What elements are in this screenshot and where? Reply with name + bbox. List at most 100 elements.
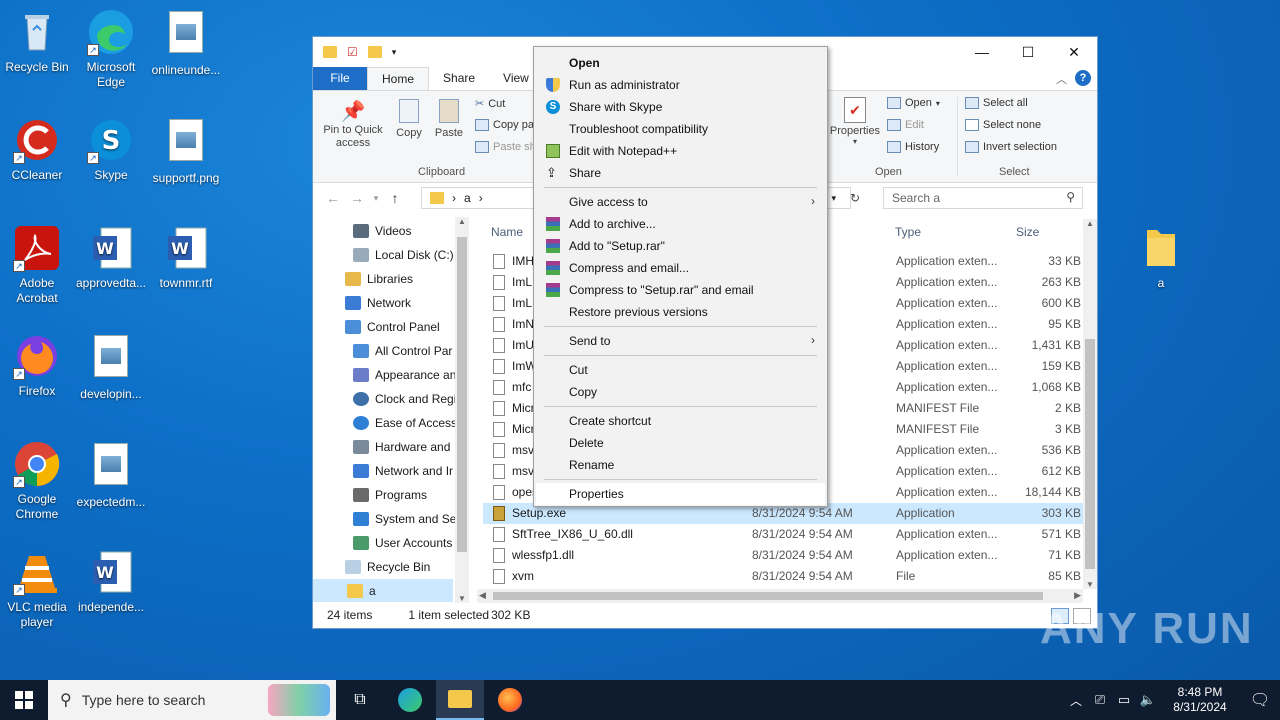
- task-view-button[interactable]: ⧉: [336, 680, 384, 720]
- scroll-thumb[interactable]: [493, 592, 1043, 600]
- network-status-icon[interactable]: ⎚: [1088, 692, 1112, 708]
- file-list-vscrollbar[interactable]: ▲ ▼: [1083, 219, 1097, 589]
- nav-item-user-accounts[interactable]: User Accounts: [353, 531, 452, 555]
- menu-item-share-skype[interactable]: S Share with Skype: [536, 96, 825, 118]
- menu-item-compress-setup-email[interactable]: Compress to "Setup.rar" and email: [536, 279, 825, 301]
- menu-item-cut[interactable]: Cut: [536, 359, 825, 381]
- scroll-up-icon[interactable]: ▲: [1083, 219, 1097, 228]
- breadcrumb-item[interactable]: a: [464, 191, 471, 205]
- paste-shortcut-button[interactable]: Paste sh: [475, 141, 536, 153]
- maximize-button[interactable]: ☐: [1005, 37, 1051, 67]
- menu-item-add-setup-rar[interactable]: Add to "Setup.rar": [536, 235, 825, 257]
- nav-item-libraries[interactable]: Libraries: [345, 267, 413, 291]
- menu-item-properties[interactable]: Properties: [536, 483, 825, 505]
- menu-item-delete[interactable]: Delete: [536, 432, 825, 454]
- desktop-icon-skype[interactable]: S ↗ Skype: [74, 116, 148, 183]
- taskbar-edge[interactable]: [386, 680, 434, 720]
- scroll-thumb[interactable]: [1085, 339, 1095, 569]
- desktop-icon-townmr[interactable]: W townmr.rtf: [149, 224, 223, 291]
- desktop-icon-edge[interactable]: ↗ Microsoft Edge: [74, 8, 148, 90]
- desktop-icon-firefox[interactable]: ↗ Firefox: [0, 332, 74, 399]
- nav-item-appearance[interactable]: Appearance an: [353, 363, 456, 387]
- scroll-right-icon[interactable]: ▶: [1074, 590, 1081, 601]
- table-row[interactable]: xvm 8/31/2024 9:54 AM File 85 KB: [483, 566, 1083, 587]
- clock[interactable]: 8:48 PM 8/31/2024: [1160, 685, 1240, 715]
- history-button[interactable]: History: [887, 141, 939, 153]
- forward-arrow-icon[interactable]: →: [345, 190, 369, 206]
- menu-item-notepadpp[interactable]: Edit with Notepad++: [536, 140, 825, 162]
- menu-item-give-access[interactable]: Give access to ›: [536, 191, 825, 213]
- tab-share[interactable]: Share: [429, 67, 489, 90]
- nav-item-local-disk[interactable]: Local Disk (C:): [353, 243, 454, 267]
- copy-button[interactable]: Copy: [391, 99, 427, 139]
- close-button[interactable]: ✕: [1051, 37, 1097, 67]
- table-row[interactable]: wlessfp1.dll 8/31/2024 9:54 AM Application…: [483, 545, 1083, 566]
- edit-button[interactable]: Edit: [887, 119, 924, 131]
- scroll-down-icon[interactable]: ▼: [455, 594, 469, 603]
- nav-item-ease-of-access[interactable]: Ease of Access: [353, 411, 457, 435]
- taskbar-firefox[interactable]: [486, 680, 534, 720]
- desktop-icon-independe[interactable]: W independe...: [74, 548, 148, 615]
- scroll-down-icon[interactable]: ▼: [1083, 580, 1097, 589]
- menu-item-send-to[interactable]: Send to ›: [536, 330, 825, 352]
- desktop-icon-supportf[interactable]: supportf.png: [149, 116, 223, 186]
- copy-path-button[interactable]: Copy pa: [475, 119, 534, 131]
- invert-selection-button[interactable]: Invert selection: [965, 141, 1057, 153]
- desktop-icon-recycle-bin[interactable]: Recycle Bin: [0, 8, 74, 75]
- menu-item-open[interactable]: Open: [536, 52, 825, 74]
- desktop-icon-expectedm[interactable]: expectedm...: [74, 440, 148, 510]
- menu-item-compress-email[interactable]: Compress and email...: [536, 257, 825, 279]
- menu-item-create-shortcut[interactable]: Create shortcut: [536, 410, 825, 432]
- desktop-icon-developin[interactable]: developin...: [74, 332, 148, 402]
- chevron-down-icon[interactable]: ▾: [369, 193, 383, 204]
- chevron-up-icon[interactable]: ︿: [1064, 692, 1088, 709]
- menu-item-rename[interactable]: Rename: [536, 454, 825, 476]
- cut-button[interactable]: ✂ Cut: [475, 97, 505, 111]
- nav-item-videos[interactable]: Videos: [353, 219, 411, 243]
- address-dropdown-icon[interactable]: ▾: [831, 193, 836, 204]
- new-folder-icon[interactable]: [367, 46, 382, 58]
- menu-item-copy[interactable]: Copy: [536, 381, 825, 403]
- desktop-icon-chrome[interactable]: ↗ Google Chrome: [0, 440, 74, 522]
- notifications-icon[interactable]: 🗨: [1240, 690, 1280, 710]
- open-button[interactable]: Open ▾: [887, 97, 940, 109]
- nav-item-network-internet[interactable]: Network and Ir: [353, 459, 453, 483]
- table-row[interactable]: SftTree_IX86_U_60.dll 8/31/2024 9:54 AM Ap…: [483, 524, 1083, 545]
- menu-item-troubleshoot[interactable]: Troubleshoot compatibility: [536, 118, 825, 140]
- wifi-icon[interactable]: ▭: [1112, 692, 1136, 708]
- search-input[interactable]: Search a: [883, 187, 1083, 209]
- scroll-left-icon[interactable]: ◀: [479, 590, 486, 601]
- nav-item-clock[interactable]: Clock and Regi: [353, 387, 456, 411]
- nav-item-control-panel[interactable]: Control Panel: [345, 315, 440, 339]
- desktop-icon-ccleaner[interactable]: ↗ CCleaner: [0, 116, 74, 183]
- minimize-button[interactable]: —: [959, 37, 1005, 67]
- nav-item-hardware[interactable]: Hardware and: [353, 435, 450, 459]
- scroll-thumb[interactable]: [457, 237, 467, 552]
- desktop-icon-acrobat[interactable]: ↗ Adobe Acrobat: [0, 224, 74, 306]
- nav-scrollbar[interactable]: ▲ ▼: [455, 217, 469, 603]
- search-icon[interactable]: ⚲: [1066, 190, 1075, 204]
- scroll-up-icon[interactable]: ▲: [455, 217, 469, 226]
- back-arrow-icon[interactable]: ←: [321, 190, 345, 206]
- up-arrow-icon[interactable]: ↑: [383, 190, 407, 206]
- nav-item-system-security[interactable]: System and Se: [353, 507, 456, 531]
- taskbar-search-box[interactable]: ⚲ Type here to search: [48, 680, 336, 720]
- properties-button[interactable]: ✔ Properties ▾: [827, 97, 883, 146]
- tab-file[interactable]: File: [313, 67, 367, 90]
- select-none-button[interactable]: Select none: [965, 119, 1041, 131]
- tab-home[interactable]: Home: [367, 67, 430, 90]
- pin-quick-access-button[interactable]: 📌 Pin to Quick access: [319, 99, 387, 150]
- desktop-icon-onlineunde[interactable]: onlineunde...: [149, 8, 223, 78]
- desktop-icon-folder-a[interactable]: a: [1124, 224, 1198, 291]
- menu-item-run-as-admin[interactable]: Run as administrator: [536, 74, 825, 96]
- nav-item-network[interactable]: Network: [345, 291, 411, 315]
- desktop-icon-vlc[interactable]: ↗ VLC media player: [0, 548, 74, 630]
- taskbar-file-explorer[interactable]: [436, 680, 484, 720]
- menu-item-add-archive[interactable]: Add to archive...: [536, 213, 825, 235]
- chevron-up-icon[interactable]: ︿: [1056, 71, 1067, 87]
- file-list-hscrollbar[interactable]: ◀ ▶: [477, 589, 1083, 603]
- desktop-icon-approvedta[interactable]: W approvedta...: [74, 224, 148, 291]
- volume-icon[interactable]: 🔈: [1136, 692, 1160, 708]
- refresh-icon[interactable]: ↻: [850, 191, 860, 205]
- nav-item-all-control-panel[interactable]: All Control Par: [353, 339, 452, 363]
